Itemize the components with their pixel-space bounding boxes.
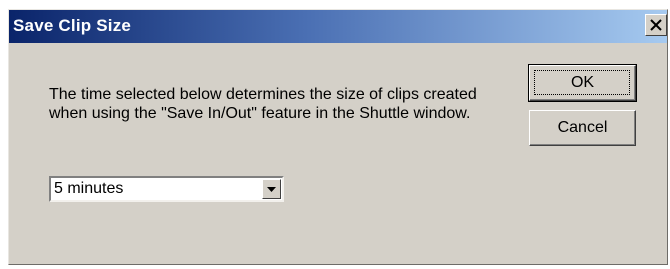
title-bar[interactable]: Save Clip Size: [9, 10, 667, 43]
duration-select[interactable]: 5 minutes: [49, 176, 284, 202]
duration-select-value: 5 minutes: [54, 180, 124, 197]
description-text: The time selected below determines the s…: [49, 86, 477, 122]
save-clip-size-dialog: Save Clip Size The time selected below d…: [8, 9, 668, 265]
ok-button-label: OK: [570, 74, 595, 91]
window-title: Save Clip Size: [13, 16, 132, 35]
duration-select-dropdown-button[interactable]: [262, 179, 281, 199]
cancel-button[interactable]: Cancel: [529, 110, 636, 146]
close-button[interactable]: [645, 14, 667, 36]
ok-button[interactable]: OK: [528, 64, 637, 102]
cancel-button-label: Cancel: [557, 119, 608, 136]
chevron-down-icon: [267, 187, 276, 192]
close-icon: [650, 19, 662, 31]
